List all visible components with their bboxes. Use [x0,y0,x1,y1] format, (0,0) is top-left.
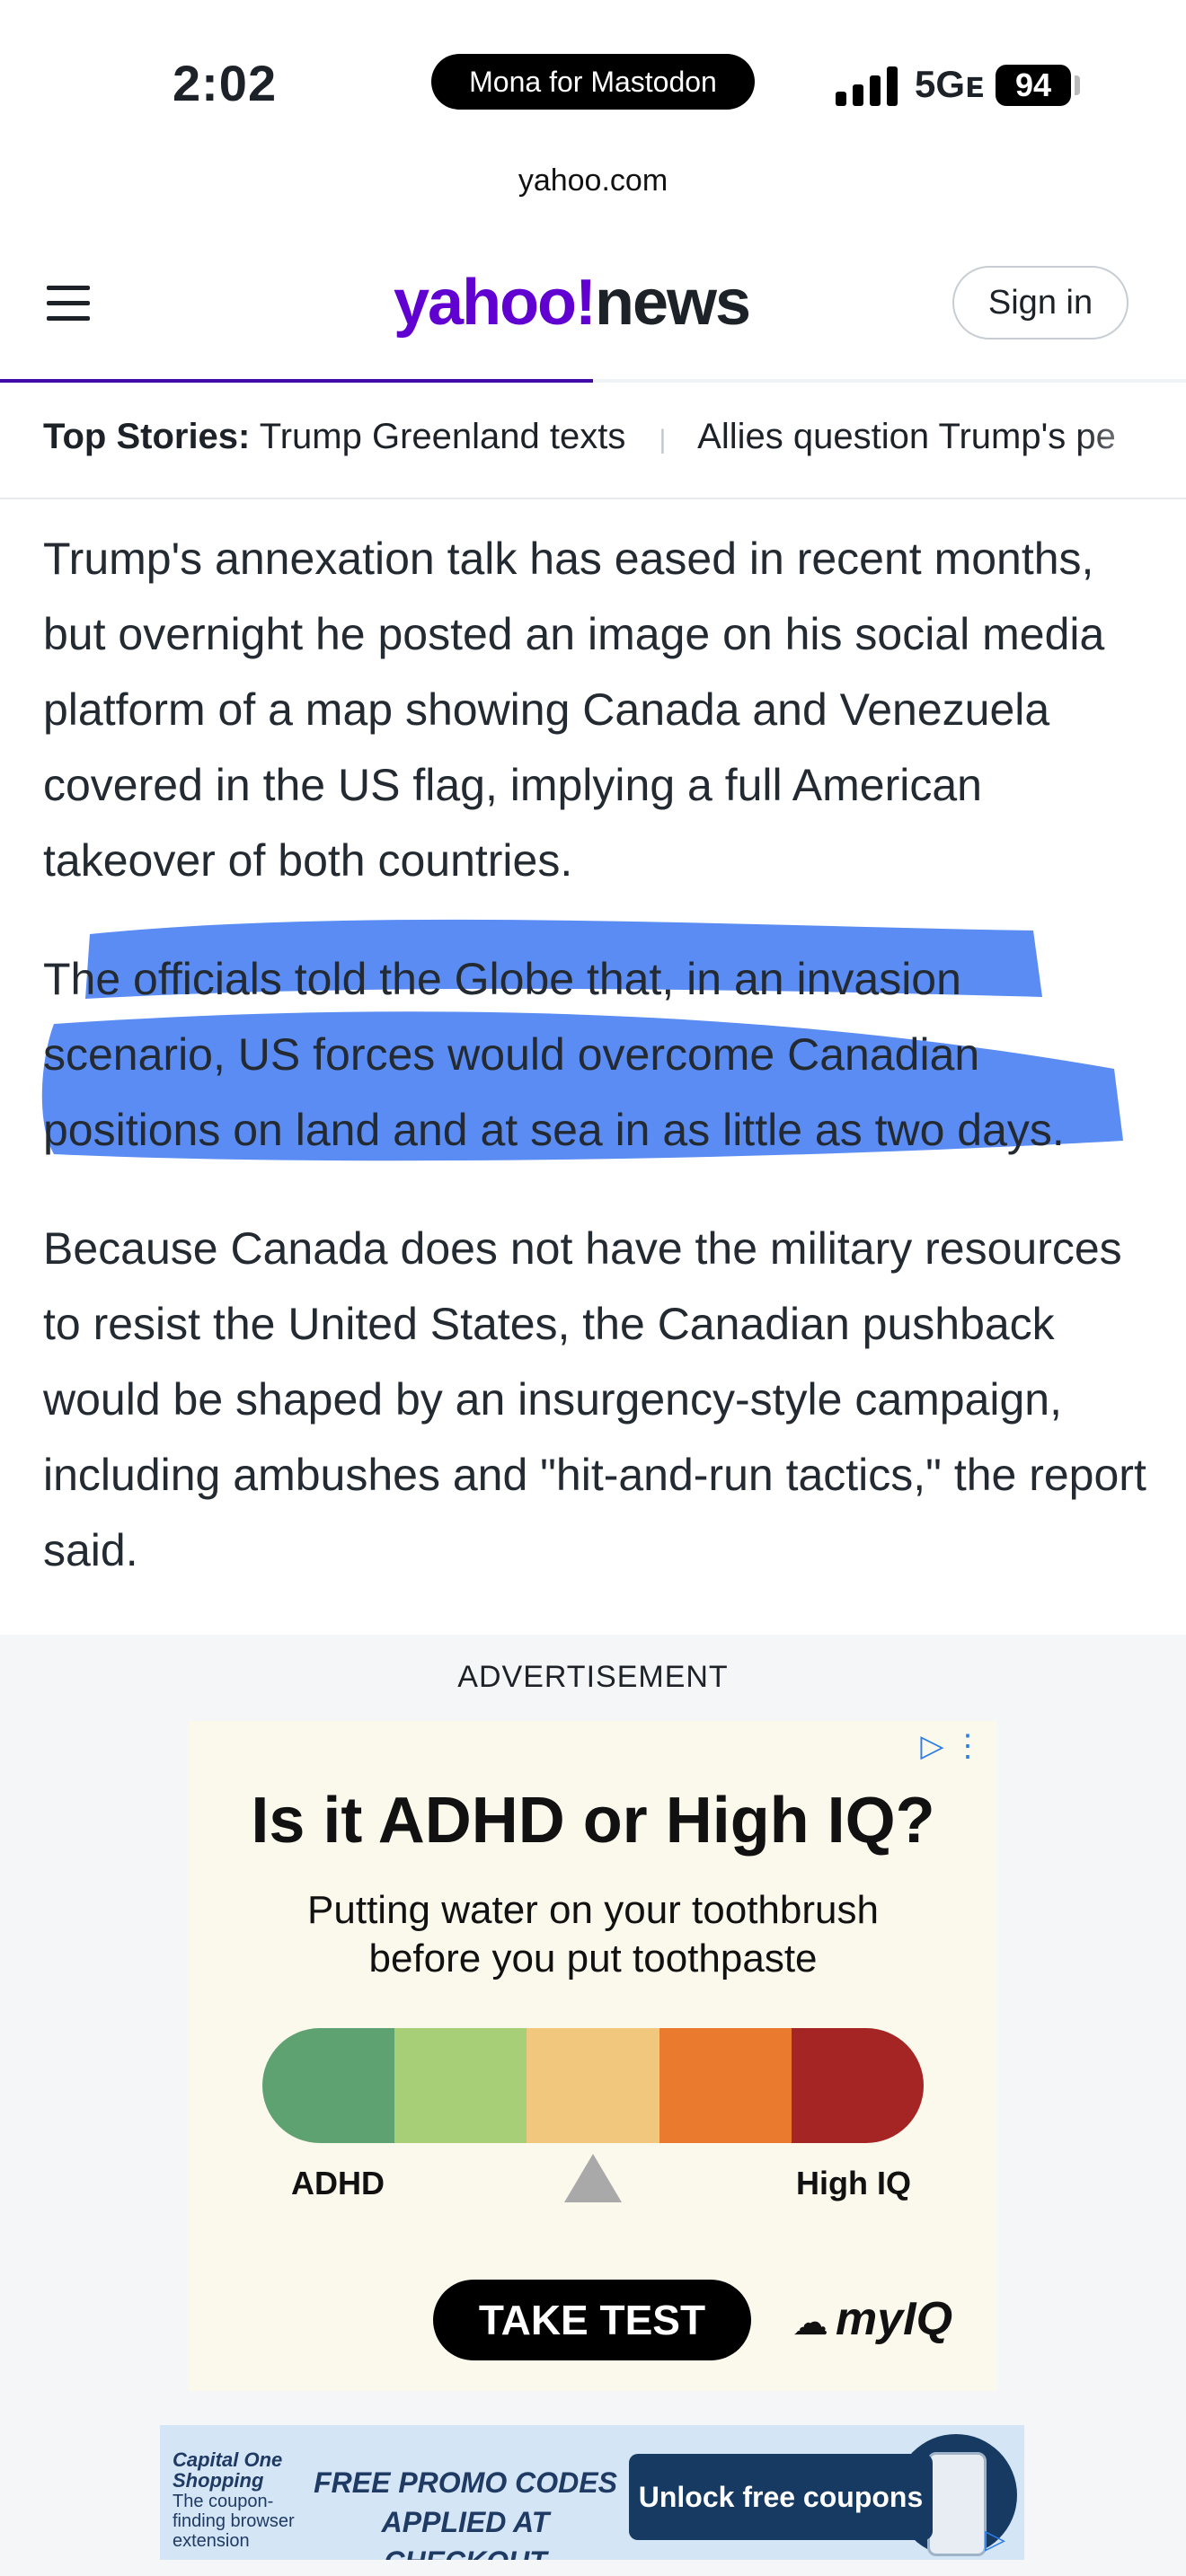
take-test-button[interactable]: TAKE TEST [433,2280,751,2360]
divider: | [659,425,667,454]
ad-subtitle-line: Putting water on your toothbrush [307,1888,879,1932]
banner-promo-text: FREE PROMO CODES APPLIED AT CHECKOUT [304,2463,627,2560]
iq-meter [262,2028,924,2143]
meter-right-label: High IQ [796,2165,911,2201]
brain-icon: ☁ [792,2303,828,2342]
meter-segment [262,2028,395,2143]
logo-yahoo: yahoo! [394,267,597,339]
site-header: yahoo!news Sign in [0,235,1186,381]
battery-tip [1075,75,1080,95]
coupon-banner-ad[interactable]: Capital One Shopping The coupon-finding … [160,2425,1024,2560]
sign-in-button[interactable]: Sign in [952,266,1128,340]
myiq-logo: ☁ myIQ [792,2292,952,2346]
capital-one-logo: Capital One Shopping The coupon-finding … [173,2448,307,2552]
ad-section: ADVERTISEMENT ▷ ⋮ Is it ADHD or High IQ?… [0,1635,1186,2576]
status-bar: 2:02 Mona for Mastodon 5Gᴇ 94 [0,0,1186,162]
meter-pointer-icon [564,2154,622,2202]
meter-left-label: ADHD [291,2165,385,2201]
ad-creative[interactable]: ▷ ⋮ Is it ADHD or High IQ? Putting water… [189,1721,997,2391]
adchoices-icon[interactable]: ▷ [985,2524,1005,2555]
article-body: Trump's annexation talk has eased in rec… [43,521,1148,1631]
yahoo-news-logo[interactable]: yahoo!news [394,266,751,340]
unlock-coupons-button[interactable]: Unlock free coupons [629,2454,933,2540]
active-app-pill[interactable]: Mona for Mastodon [431,54,755,110]
article-paragraph: Trump's annexation talk has eased in rec… [43,534,1105,886]
reading-progress-fill [0,379,593,383]
meter-segment [659,2028,792,2143]
reading-progress-bar [0,379,1186,383]
brand-prefix: my [836,2293,904,2345]
ad-label: ADVERTISEMENT [457,1660,729,1694]
brand-suffix: IQ [903,2293,953,2345]
promo-line: APPLIED AT CHECKOUT [381,2506,550,2560]
status-time: 2:02 [173,55,278,111]
promo-line: FREE PROMO CODES [314,2466,617,2499]
logo-news: news [595,267,751,339]
ad-subtitle: Putting water on your toothbrush before … [189,1886,997,1983]
meter-segment [394,2028,527,2143]
article-paragraph-highlighted: The officials told the Globe that, in an… [43,954,1065,1155]
banner-tagline: The coupon-finding browser extension [173,2492,295,2551]
battery-icon: 94 [996,65,1071,106]
top-story-item[interactable]: Allies question Trump's pe [697,417,1116,456]
banner-brand: Capital One Shopping [173,2448,283,2492]
meter-segment [527,2028,659,2143]
ad-subtitle-line: before you put toothpaste [368,1936,818,1981]
top-story-item[interactable]: Trump Greenland texts [260,417,626,456]
adchoices-icon[interactable]: ▷ ⋮ [920,1728,983,1764]
network-type: 5Gᴇ [915,63,985,105]
top-stories-bar: Top Stories: Trump Greenland texts | All… [0,386,1186,499]
article-paragraph: Because Canada does not have the militar… [43,1223,1146,1575]
cellular-signal-icon [836,66,898,106]
menu-icon[interactable] [47,286,90,321]
battery-level: 94 [1014,66,1052,103]
phone-graphic [927,2452,987,2556]
scroll-fade [1078,386,1186,498]
address-bar-url[interactable]: yahoo.com [0,163,1186,198]
ad-title: Is it ADHD or High IQ? [251,1785,935,1857]
top-stories-label: Top Stories: [43,417,251,456]
meter-segment [791,2028,924,2143]
